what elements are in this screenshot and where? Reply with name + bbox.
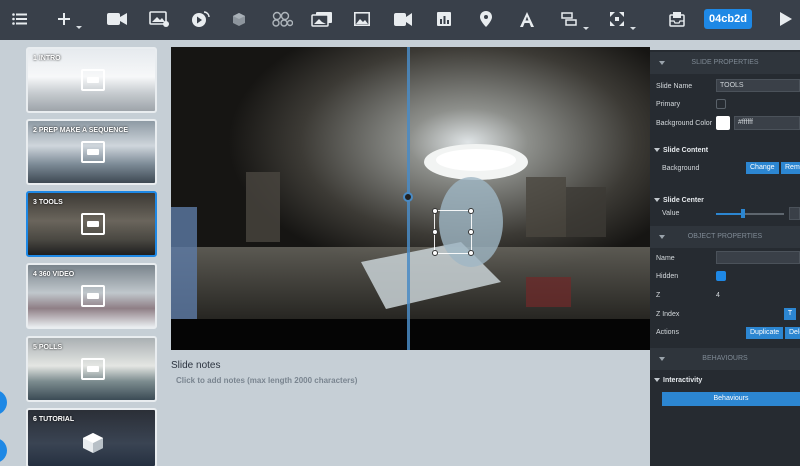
slide-thumb-label: 3 TOOLS [33,199,63,206]
project-id-badge[interactable]: 04cb2d [704,9,752,29]
slide-content-title: Slide Content [663,147,709,154]
slide-thumb-4[interactable]: 4 360 VIDEO [26,263,157,329]
z-value: 4 [716,292,720,299]
object-name-input[interactable] [716,251,800,264]
slide-notes-input[interactable]: Click to add notes (max length 2000 char… [176,376,357,385]
slide-thumb-6[interactable]: 6 TUTORIAL [26,408,157,466]
hidden-label: Hidden [656,273,679,280]
resize-handle[interactable] [432,208,438,214]
collapse-icon [659,357,665,361]
image-icon[interactable] [348,6,376,32]
slide-thumb-label: 1 INTRO [33,55,61,62]
fullscreen-dropdown-caret-icon[interactable] [630,27,636,30]
actions-label: Actions [656,329,679,336]
vr-headset-icon [81,285,105,307]
value-label: Value [662,210,680,217]
resize-handle[interactable] [468,208,474,214]
primary-checkbox[interactable] [716,99,726,109]
remove-background-button[interactable]: Remo [781,162,800,174]
slide-thumb-label: 5 POLLS [33,344,63,351]
change-background-button[interactable]: Change [746,162,779,174]
stream-icon[interactable] [186,6,214,32]
chart-icon[interactable] [430,6,458,32]
slide-thumb-2[interactable]: 2 PREP MAKE A SEQUENCE [26,119,157,185]
top-toolbar: 04cb2d [0,0,800,40]
duplicate-button[interactable]: Duplicate [746,327,784,339]
slide-name-label: Slide Name [656,83,693,90]
vr-headset-icon [81,358,105,380]
slide-thumb-5[interactable]: 5 POLLS [26,336,157,402]
slide-name-input[interactable]: TOOLS [716,79,800,92]
z-index-top-button[interactable]: T [784,308,796,320]
3d-model-icon[interactable] [225,6,253,32]
slide-content-section[interactable]: Slide Content [654,147,708,154]
slide-thumb-label: 2 PREP MAKE A SEQUENCE [33,127,129,134]
vr-headset-icon [81,141,105,163]
object-properties-title: OBJECT PROPERTIES [687,233,763,240]
slide-thumb-1[interactable]: 1 INTRO [26,47,157,113]
gallery-icon[interactable] [308,6,336,32]
add-dropdown-caret-icon[interactable] [76,26,82,29]
collapse-icon [659,61,665,65]
side-tab-button[interactable] [0,390,7,415]
center-value-input[interactable] [789,207,800,220]
object-properties-header[interactable]: OBJECT PROPERTIES [650,226,800,248]
hidden-checkbox[interactable] [716,271,726,281]
background-color-input[interactable]: #ffffff [734,116,800,130]
slide-thumb-3[interactable]: 3 TOOLS [26,191,157,257]
collapse-icon [659,235,665,239]
collapse-icon [654,378,660,383]
interactivity-section[interactable]: Interactivity [654,377,702,384]
play-icon[interactable] [772,6,800,32]
slide-notes-title: Slide notes [171,360,221,371]
z-label: Z [656,292,661,299]
menu-icon[interactable] [6,6,34,32]
center-value-slider-thumb[interactable] [741,209,745,218]
map-pin-icon[interactable] [472,6,500,32]
video-icon[interactable] [389,6,417,32]
collapse-icon [654,148,660,153]
vr-headset-icon [81,69,105,91]
background-color-label: Background Color [656,120,713,127]
center-value-slider-fill [716,213,743,215]
properties-panel: SLIDE PROPERTIES Slide Name TOOLS Primar… [650,50,800,466]
text-icon[interactable] [513,6,541,32]
slide-thumb-label: 4 360 VIDEO [33,271,75,278]
vr-headset-icon [81,213,105,235]
collapse-icon [654,198,660,203]
video-slide-icon[interactable] [103,6,131,32]
behaviours-header[interactable]: BEHAVIOURS [650,348,800,370]
slide-thumb-label: 6 TUTORIAL [33,416,75,423]
object-name-label: Name [656,255,675,262]
slide-properties-title: SLIDE PROPERTIES [691,59,759,66]
slide-center-section[interactable]: Slide Center [654,197,704,204]
side-tab-button[interactable] [0,438,7,463]
background-color-swatch[interactable] [716,116,730,130]
resize-handle[interactable] [468,229,474,235]
primary-label: Primary [656,101,681,108]
fullscreen-icon[interactable] [603,6,631,32]
resize-handle[interactable] [432,229,438,235]
behaviours-title: BEHAVIOURS [702,355,748,362]
behaviours-button[interactable]: Behaviours [662,392,800,406]
cube-icon [81,432,105,454]
background-label: Background [662,165,700,172]
z-index-label: Z Index [656,311,680,318]
image-slide-icon[interactable] [145,6,173,32]
center-handle[interactable] [403,192,413,202]
resize-handle[interactable] [432,250,438,256]
slide-properties-header[interactable]: SLIDE PROPERTIES [650,52,800,74]
selected-object-box[interactable] [432,208,474,256]
add-icon[interactable] [50,6,78,32]
slide-list: 1 INTRO 2 PREP MAKE A SEQUENCE 3 TOOLS 4… [0,40,163,466]
resize-handle[interactable] [468,250,474,256]
interactivity-title: Interactivity [663,377,703,384]
slide-canvas[interactable] [171,47,650,350]
hierarchy-dropdown-caret-icon[interactable] [583,27,589,30]
delete-button[interactable]: Dele [785,327,800,339]
hierarchy-icon[interactable] [555,6,583,32]
inbox-icon[interactable] [663,6,691,32]
slide-center-title: Slide Center [663,197,704,204]
molecule-icon[interactable] [268,6,296,32]
